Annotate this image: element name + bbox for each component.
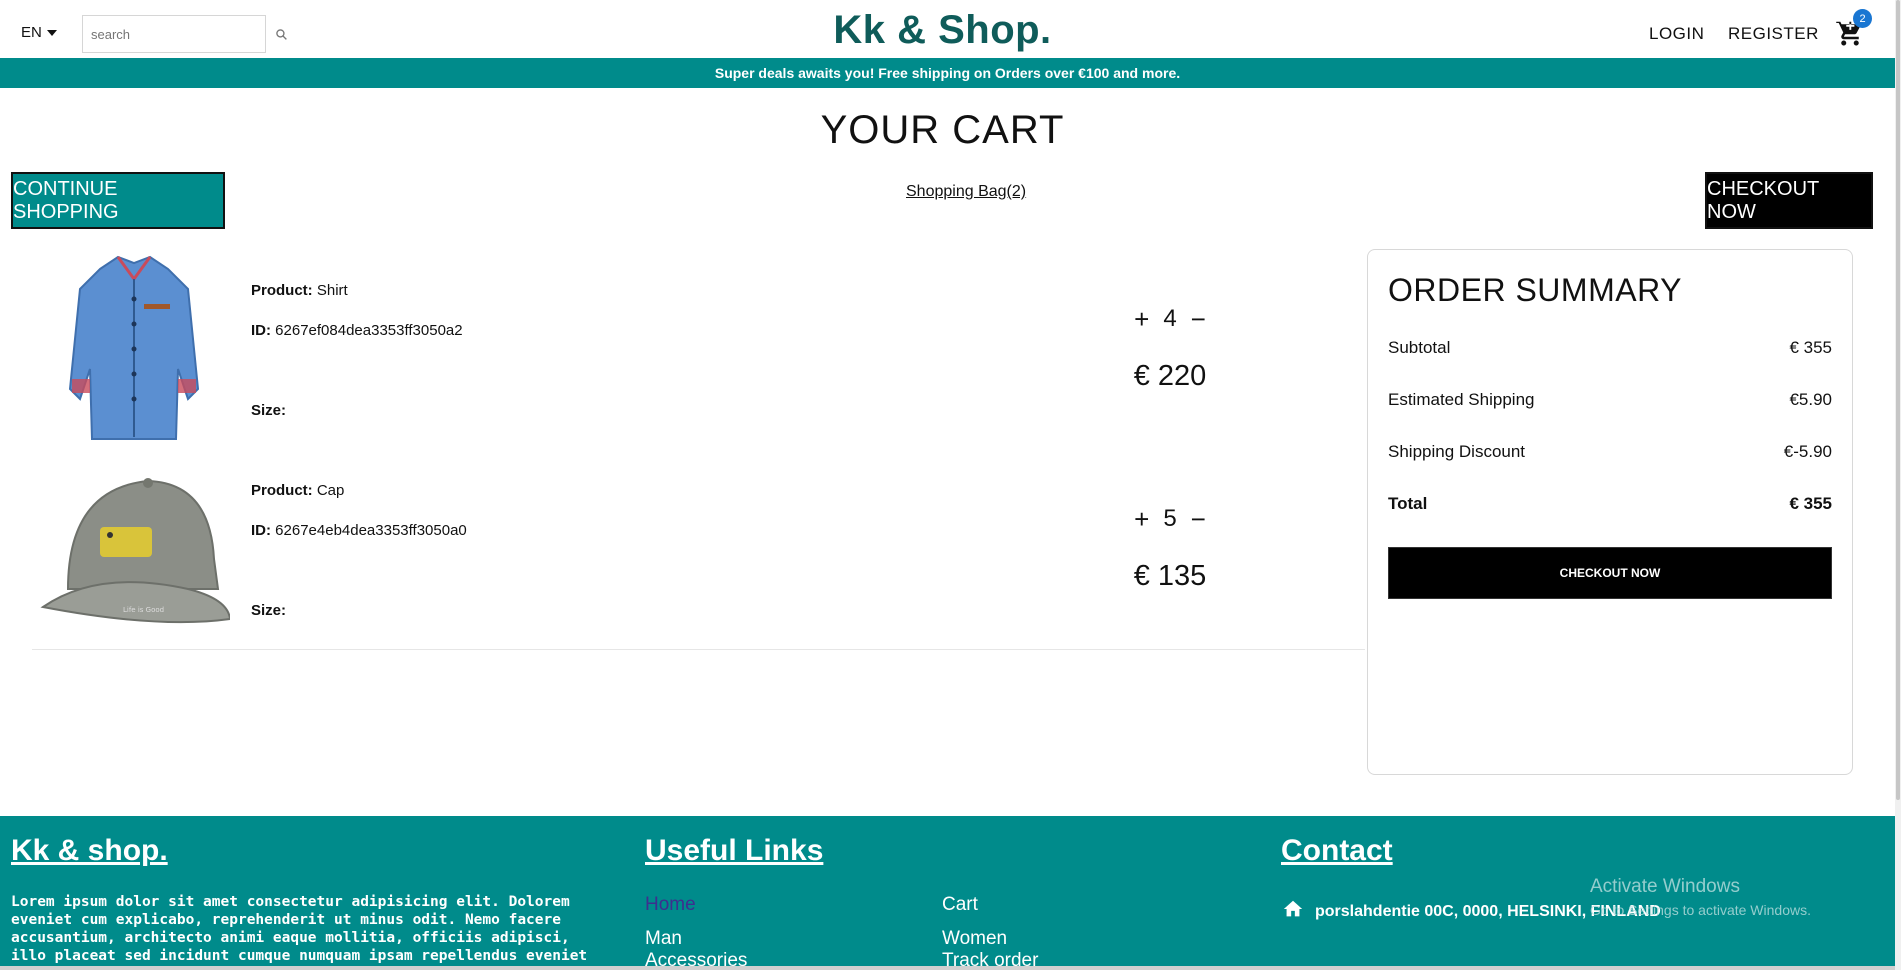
quantity-stepper: + 5 − (1110, 505, 1230, 533)
product-name: Cap (316, 482, 345, 499)
product-label: Product: (251, 282, 313, 299)
top-header: EN Kk & Shop. LOGIN REGISTER 2 (0, 0, 1895, 58)
quantity-value: 5 (1163, 505, 1177, 532)
site-footer: Kk & shop. Lorem ipsum dolor sit amet co… (0, 816, 1895, 970)
discount-row: Shipping Discount €-5.90 (1388, 442, 1832, 462)
announcement-bar: Super deals awaits you! Free shipping on… (0, 58, 1895, 88)
contact-title: Contact (1281, 834, 1393, 867)
continue-shopping-button[interactable]: CONTINUE SHOPPING (11, 172, 225, 229)
home-icon (1281, 898, 1305, 925)
shopping-bag-link[interactable]: Shopping Bag(2) (906, 183, 1026, 201)
shirt-product-image (38, 249, 230, 449)
site-logo[interactable]: Kk & Shop. (0, 8, 1885, 53)
footer-link-women[interactable]: Women (942, 928, 1007, 950)
discount-label: Shipping Discount (1388, 442, 1526, 461)
svg-text:Life is Good: Life is Good (123, 606, 164, 614)
order-summary-title: ORDER SUMMARY (1388, 272, 1682, 308)
footer-brand: Kk & shop. (11, 834, 168, 867)
shipping-row: Estimated Shipping €5.90 (1388, 390, 1832, 410)
size-label: Size: (251, 402, 287, 419)
cart-item: Product: Shirt ID: 6267ef084dea3353ff305… (30, 249, 1365, 449)
id-label: ID: (251, 522, 271, 539)
footer-link-man[interactable]: Man (645, 928, 682, 950)
increase-quantity-button[interactable]: + (1134, 306, 1149, 332)
product-name-line: Product: Cap (251, 482, 344, 499)
increase-quantity-button[interactable]: + (1134, 506, 1149, 532)
product-id-line: ID: 6267e4eb4dea3353ff3050a0 (251, 522, 467, 539)
footer-link-home[interactable]: Home (645, 894, 696, 916)
quantity-value: 4 (1163, 305, 1177, 332)
cart-item: Life is Good Product: Cap ID: 6267e4eb4d… (30, 449, 1365, 649)
subtotal-value: € 355 (1789, 338, 1832, 357)
order-summary-panel: ORDER SUMMARY Subtotal € 355 Estimated S… (1367, 249, 1853, 775)
product-name: Shirt (316, 282, 348, 299)
shipping-value: €5.90 (1789, 390, 1832, 409)
activate-windows-watermark: Activate Windows Go to Settings to activ… (1590, 876, 1811, 918)
footer-description: Lorem ipsum dolor sit amet consectetur a… (11, 894, 588, 970)
cart-divider (32, 649, 1365, 650)
cap-product-image: Life is Good (38, 449, 232, 649)
product-size-line: Size: (251, 402, 286, 419)
product-name-line: Product: Shirt (251, 282, 348, 299)
discount-value: €-5.90 (1783, 442, 1832, 461)
horizontal-scrollbar[interactable] (0, 966, 1895, 970)
product-id: 6267e4eb4dea3353ff3050a0 (275, 522, 467, 539)
cart-count-badge: 2 (1853, 9, 1872, 28)
vertical-scrollbar-thumb[interactable] (1896, 0, 1900, 800)
total-value: € 355 (1789, 494, 1832, 513)
shipping-label: Estimated Shipping (1388, 390, 1535, 409)
total-label: Total (1388, 494, 1428, 513)
product-label: Product: (251, 482, 313, 499)
total-row: Total € 355 (1388, 494, 1832, 514)
item-price: € 135 (1133, 560, 1207, 592)
product-size-line: Size: (251, 602, 286, 619)
watermark-line-1: Activate Windows (1590, 876, 1740, 897)
page-title: YOUR CART (820, 108, 1065, 152)
decrease-quantity-button[interactable]: − (1191, 306, 1206, 332)
checkout-now-top-button[interactable]: CHECKOUT NOW (1705, 172, 1873, 229)
subtotal-row: Subtotal € 355 (1388, 338, 1832, 358)
checkout-now-button[interactable]: CHECKOUT NOW (1388, 547, 1832, 599)
decrease-quantity-button[interactable]: − (1191, 506, 1206, 532)
footer-link-cart[interactable]: Cart (942, 894, 978, 916)
size-label: Size: (251, 602, 287, 619)
id-label: ID: (251, 322, 271, 339)
login-link[interactable]: LOGIN (1649, 24, 1704, 44)
useful-links-title: Useful Links (645, 834, 824, 867)
quantity-stepper: + 4 − (1110, 305, 1230, 333)
register-link[interactable]: REGISTER (1728, 24, 1819, 44)
item-price: € 220 (1133, 360, 1207, 392)
subtotal-label: Subtotal (1388, 338, 1451, 357)
product-id: 6267ef084dea3353ff3050a2 (275, 322, 463, 339)
product-id-line: ID: 6267ef084dea3353ff3050a2 (251, 322, 463, 339)
watermark-line-2: Go to Settings to activate Windows. (1590, 902, 1811, 918)
